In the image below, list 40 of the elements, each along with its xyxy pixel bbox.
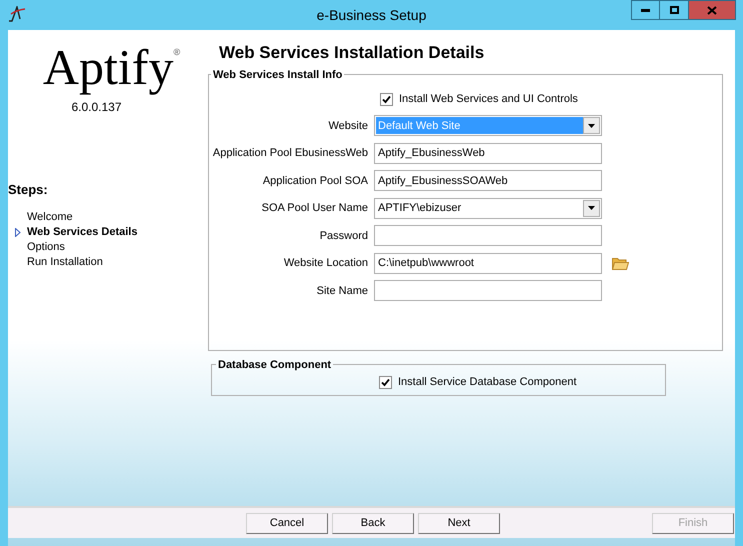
dialog-button[interactable]: Cancel bbox=[246, 512, 328, 534]
window-title: e-Business Setup bbox=[316, 6, 426, 25]
input-field[interactable]: Aptify_EbusinessSOAWeb bbox=[374, 170, 602, 192]
logo: Aptify bbox=[42, 38, 174, 97]
step-item: Run Installation bbox=[27, 254, 103, 270]
field-label: Application Pool SOA bbox=[262, 174, 369, 188]
version-label: 6.0.0.137 bbox=[71, 99, 123, 116]
checkmark-icon bbox=[382, 95, 391, 104]
dialog-button[interactable]: Back bbox=[332, 512, 414, 534]
steps-heading: Steps: bbox=[8, 181, 49, 199]
input-field[interactable] bbox=[374, 280, 602, 302]
page-heading: Web Services Installation Details bbox=[219, 42, 486, 64]
close-button[interactable] bbox=[689, 0, 736, 20]
field-label: Application Pool EbusinessWeb bbox=[212, 146, 369, 161]
caret-icon bbox=[588, 124, 595, 128]
input-field[interactable] bbox=[374, 225, 602, 246]
field-label: SOA Pool User Name bbox=[260, 201, 369, 216]
step-item: Web Services Details bbox=[27, 224, 138, 240]
group-legend: Database Component bbox=[216, 356, 334, 373]
dialog-button[interactable]: Next bbox=[418, 512, 500, 534]
input-field[interactable]: C:\inetpub\wwwroot bbox=[374, 252, 602, 274]
close-icon bbox=[707, 6, 717, 14]
checkbox[interactable]: Install Web Services and UI Controls bbox=[380, 91, 578, 108]
step-item: Options bbox=[27, 240, 65, 255]
caret-icon bbox=[588, 206, 595, 210]
registered-mark: ® bbox=[173, 46, 180, 57]
checkbox[interactable]: Install Service Database Component bbox=[379, 374, 665, 390]
group-legend: Web Services Install Info bbox=[211, 66, 344, 83]
field-label: Site Name bbox=[316, 284, 369, 298]
input-field[interactable]: Aptify_EbusinessWeb bbox=[374, 142, 602, 164]
folder-icon[interactable] bbox=[612, 256, 629, 270]
field-label: Website bbox=[327, 118, 369, 134]
current-step-icon bbox=[14, 228, 20, 236]
step-item: Welcome bbox=[27, 210, 73, 225]
checkmark-icon bbox=[381, 378, 390, 387]
field-label: Password bbox=[318, 228, 369, 244]
minimize-button[interactable] bbox=[631, 0, 660, 20]
app-icon bbox=[8, 6, 26, 22]
dropdown[interactable]: APTIFY\ebizuser bbox=[374, 198, 602, 219]
field-label: Website Location bbox=[282, 256, 369, 271]
